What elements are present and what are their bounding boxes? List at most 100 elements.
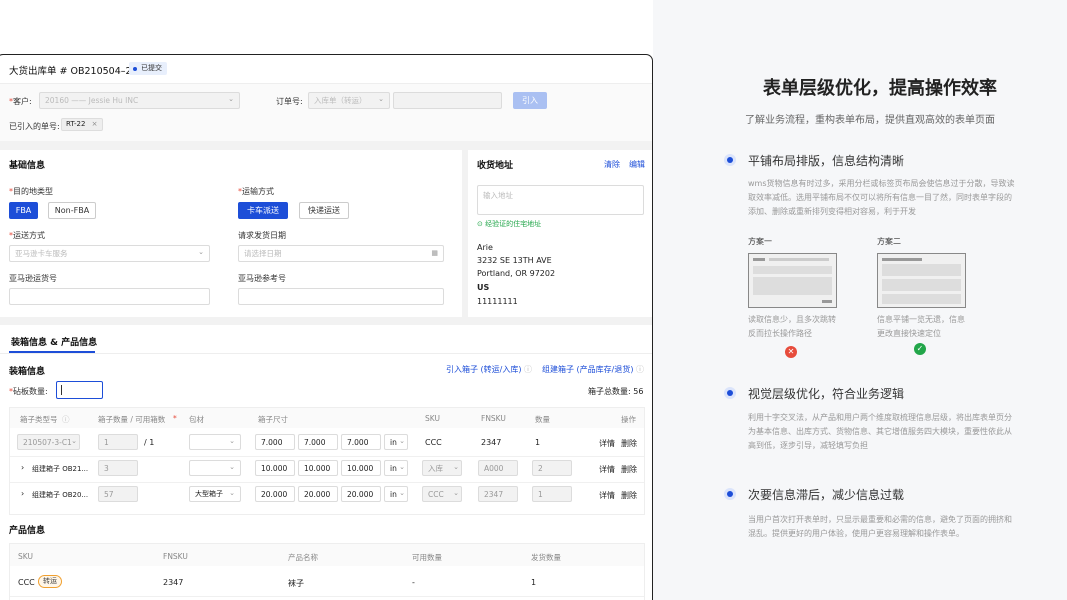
fba-button[interactable]: FBA xyxy=(9,202,38,219)
delete-link[interactable]: 删除 xyxy=(621,464,637,475)
detail-link[interactable]: 详情 xyxy=(599,438,615,449)
detail-link[interactable]: 详情 xyxy=(599,490,615,501)
customer-select[interactable]: 20160 —— Jessie Hu INC ⌄ xyxy=(39,92,240,109)
address-phone: 11111111 xyxy=(477,297,518,306)
unit-select[interactable]: in ⌄ xyxy=(384,486,408,502)
feature-panel: 表单层级优化，提高操作效率 了解业务流程，重构表单布局，提供直观高效的表单页面 … xyxy=(653,0,1067,600)
edit-link[interactable]: 编辑 xyxy=(629,159,645,170)
box-qty-input[interactable]: 57 xyxy=(98,486,138,502)
section-title: 平铺布局排版，信息结构清晰 xyxy=(748,154,905,168)
sku-cell: CCC xyxy=(18,578,35,587)
dim-length-input[interactable]: 7.000 xyxy=(255,434,295,450)
dim-width-input[interactable]: 10.000 xyxy=(298,460,338,476)
box-qty-input[interactable]: 1 xyxy=(98,434,138,450)
col-header: 数量 xyxy=(535,415,550,424)
help-icon: ⓘ xyxy=(636,365,645,374)
bullet-icon xyxy=(724,387,736,399)
order-number-input[interactable] xyxy=(393,92,502,109)
sku-select[interactable]: 入库 ⌄ xyxy=(422,460,462,476)
order-type-select[interactable]: 入库单（转运） ⌄ xyxy=(308,92,390,109)
plan2-desc: 信息平铺一览无遗，信息更改直接快速定位 xyxy=(877,315,965,338)
packing-table: 箱子类型号 ⓘ 箱子数量 / 可用箱数 * 包材 箱子尺寸 SKU FNSKU … xyxy=(9,407,645,515)
ship-mode-select[interactable]: 亚马逊卡车服务 ⌄ xyxy=(9,245,210,262)
combine-box-link[interactable]: 组建箱子 (产品库存/退货) ⓘ xyxy=(542,364,644,375)
order-label: 订单号: xyxy=(276,97,303,106)
expand-icon[interactable]: › xyxy=(21,489,24,498)
req-date-input[interactable]: 请选择日期 ▦ xyxy=(238,245,444,262)
product-table: SKU FNSKU 产品名称 可用数量 发货数量 CCC 转运 2347 袜子 … xyxy=(9,543,645,600)
dim-height-input[interactable]: 10.000 xyxy=(341,460,381,476)
plan1-desc: 读取信息少，且多次跳转反而拉长操作路径 xyxy=(748,315,836,338)
dim-length-input[interactable]: 10.000 xyxy=(255,460,295,476)
req-date-label: 请求发货日期 xyxy=(238,231,286,240)
amazon-ship-input[interactable] xyxy=(9,288,210,305)
col-header: 箱子数量 / 可用箱数 xyxy=(98,415,166,424)
fnsku-cell: 2347 xyxy=(163,578,184,587)
plan2-label: 方案二 xyxy=(877,237,901,246)
section-title: 视觉层级优化，符合业务逻辑 xyxy=(748,387,905,401)
section-title: 次要信息滞后，减少信息过载 xyxy=(748,488,905,502)
address-name: Arie xyxy=(477,243,493,252)
num-input[interactable]: 2 xyxy=(532,460,572,476)
num-input[interactable]: 1 xyxy=(532,486,572,502)
packing-material-select[interactable]: 大型箱子 ⌄ xyxy=(189,486,241,502)
plan1-wireframe xyxy=(748,253,837,308)
transfer-tag: 转运 xyxy=(38,575,62,588)
sku-cell: CCC xyxy=(425,438,442,447)
delete-link[interactable]: 删除 xyxy=(621,490,637,501)
close-icon[interactable]: × xyxy=(92,120,98,128)
product-title: 产品信息 xyxy=(9,526,46,536)
page-title: 大货出库单 # OB210504–2 xyxy=(9,66,132,77)
col-header: FNSKU xyxy=(481,414,506,423)
box-avail: / 1 xyxy=(144,438,155,447)
clear-link[interactable]: 清除 xyxy=(604,159,620,170)
basic-info-title: 基础信息 xyxy=(9,161,46,171)
dim-width-input[interactable]: 20.000 xyxy=(298,486,338,502)
fnsku-cell: 2347 xyxy=(481,438,502,447)
import-box-link[interactable]: 引入箱子 (转运/入库) ⓘ xyxy=(446,364,532,375)
outbound-form: 大货出库单 # OB210504–2 已提交 *客户: 20160 —— Jes… xyxy=(0,54,653,600)
tab-packing-product[interactable]: 装箱信息 & 产品信息 xyxy=(11,335,97,348)
pallet-input[interactable] xyxy=(56,381,103,399)
col-header: 可用数量 xyxy=(412,553,442,562)
packing-material-select[interactable]: ⌄ xyxy=(189,434,241,450)
sku-select[interactable]: CCC ⌄ xyxy=(422,486,462,502)
import-button[interactable]: 引入 xyxy=(513,92,547,109)
truck-button[interactable]: 卡车派送 xyxy=(238,202,288,219)
dim-width-input[interactable]: 7.000 xyxy=(298,434,338,450)
unit-select[interactable]: in ⌄ xyxy=(384,434,408,450)
express-button[interactable]: 快递运送 xyxy=(299,202,349,219)
avail-cell: - xyxy=(412,578,415,587)
plan2-wireframe xyxy=(877,253,966,308)
col-header: SKU xyxy=(425,414,440,423)
address-line2: Portland, OR 97202 xyxy=(477,269,556,278)
box-total: 箱子总数量: 56 xyxy=(588,387,644,396)
section-body: wms货物信息有时过多，采用分栏或标签页布局会使信息过于分散，导致读取效率减低。… xyxy=(748,179,1015,216)
address-country: US xyxy=(477,283,490,292)
amazon-ref-input[interactable] xyxy=(238,288,444,305)
address-input[interactable]: 输入地址 xyxy=(477,185,644,215)
packing-title: 装箱信息 xyxy=(9,367,46,377)
section-body: 利用十字交叉法，从产品和用户两个维度取梳理信息层级，将出库表单页分为基本信息、出… xyxy=(748,413,1012,450)
bullet-icon xyxy=(724,154,736,166)
dim-height-input[interactable]: 20.000 xyxy=(341,486,381,502)
unit-select[interactable]: in ⌄ xyxy=(384,460,408,476)
box-type-cell: 组建箱子 OB21... xyxy=(32,465,89,473)
box-type-select[interactable]: 210507-3-C1 ⌄ xyxy=(17,434,80,450)
col-header: FNSKU xyxy=(163,552,188,561)
box-qty-input[interactable]: 3 xyxy=(98,460,138,476)
bullet-icon xyxy=(724,488,736,500)
non-fba-button[interactable]: Non-FBA xyxy=(48,202,96,219)
imported-label: 已引入的单号: xyxy=(9,122,60,131)
dim-height-input[interactable]: 7.000 xyxy=(341,434,381,450)
delete-link[interactable]: 删除 xyxy=(621,438,637,449)
ship-cell: 1 xyxy=(531,578,537,587)
expand-icon[interactable]: › xyxy=(21,463,24,472)
panel-subtitle: 了解业务流程，重构表单布局，提供直观高效的表单页面 xyxy=(745,115,995,126)
fnsku-input[interactable]: A000 xyxy=(478,460,518,476)
dim-length-input[interactable]: 20.000 xyxy=(255,486,295,502)
col-header: 包材 xyxy=(189,415,204,424)
fnsku-input[interactable]: 2347 xyxy=(478,486,518,502)
packing-material-select[interactable]: ⌄ xyxy=(189,460,241,476)
detail-link[interactable]: 详情 xyxy=(599,464,615,475)
